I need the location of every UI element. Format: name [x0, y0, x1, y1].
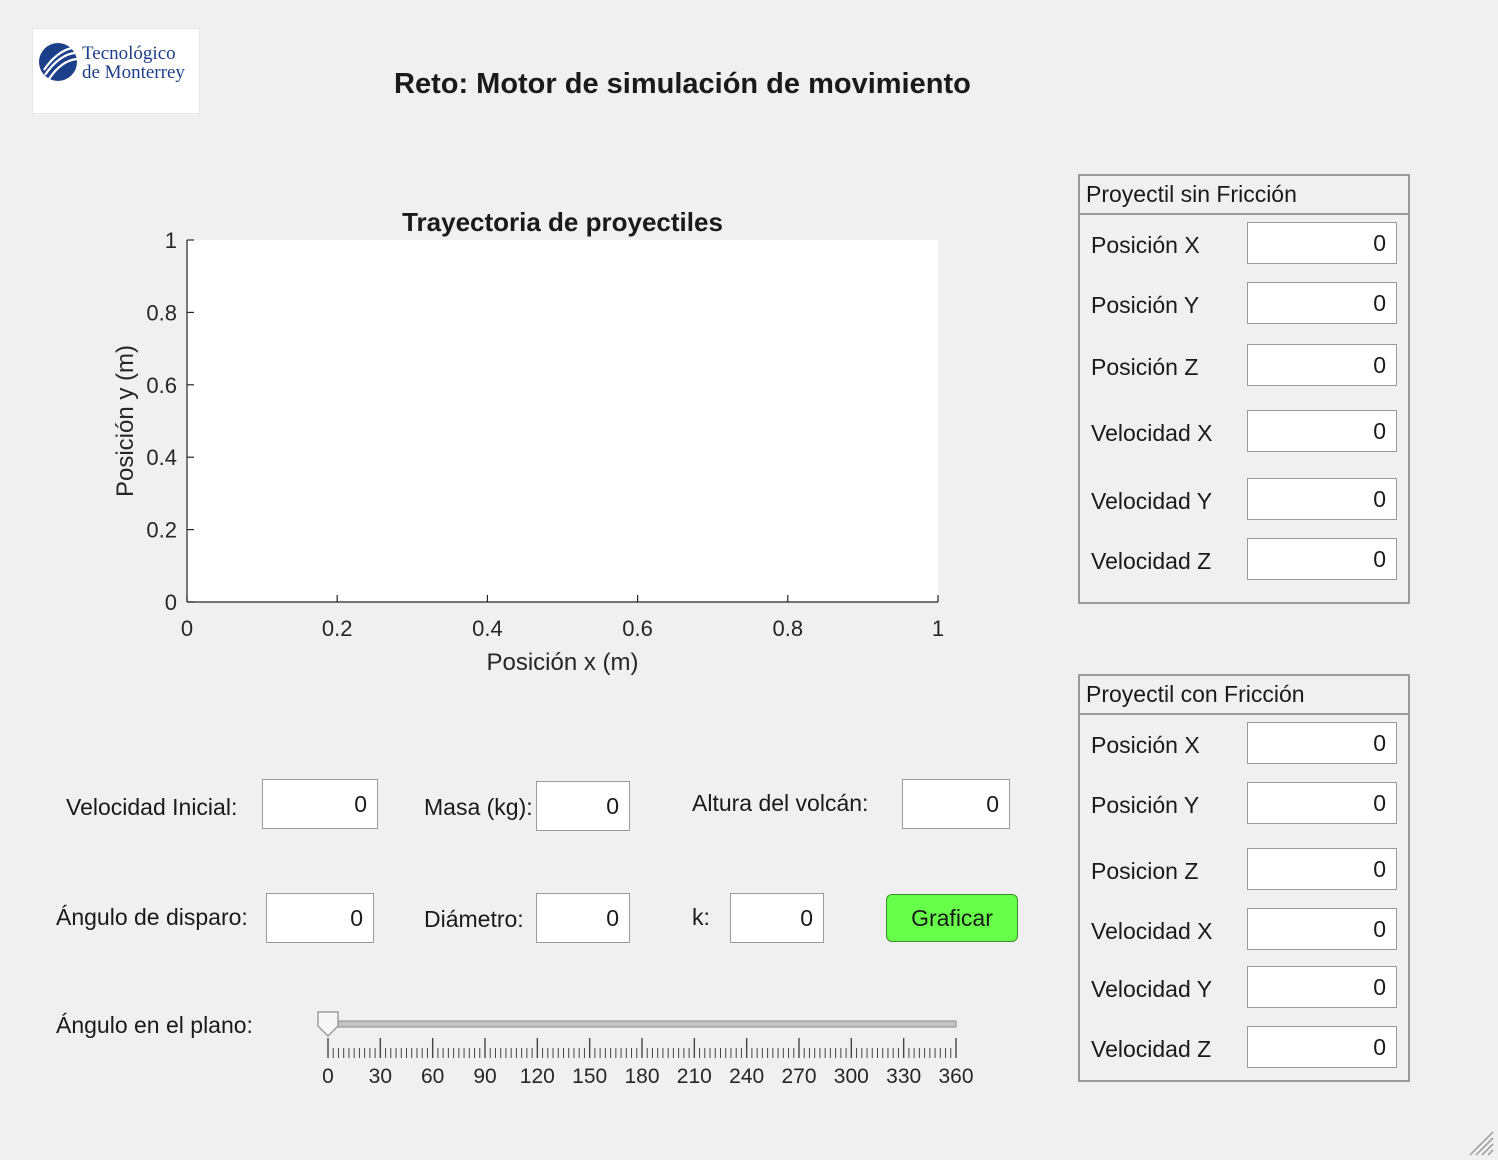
trajectory-chart: 0 0.2 0.4 0.6 0.8 1 0 0.2 0.4 0.6 0.8 1 Trayectoria …	[112, 207, 944, 676]
slider-tick-label: 180	[624, 1065, 659, 1088]
panel-con-friccion-title: Proyectil con Fricción	[1086, 681, 1305, 707]
angulo-plano-slider[interactable]: 0 30 60 90 120 150 180 210 240 270 300 330 360	[316, 1004, 986, 1094]
velocidad-inicial-input[interactable]	[262, 779, 378, 829]
panel-sin-friccion-title: Proyectil sin Fricción	[1086, 181, 1297, 207]
con-friccion-velocidad-y-input[interactable]	[1247, 966, 1397, 1008]
k-input[interactable]	[730, 893, 824, 943]
con-friccion-posicion-z-input[interactable]	[1247, 848, 1397, 890]
angulo-disparo-input[interactable]	[266, 893, 374, 943]
sin-friccion-posicion-z-input[interactable]	[1247, 344, 1397, 386]
slider-tick-label: 150	[572, 1065, 607, 1088]
diametro-label: Diámetro:	[424, 906, 524, 932]
con-friccion-velocidad-x-input[interactable]	[1247, 908, 1397, 950]
panel-con-friccion-header: Proyectil con Fricción	[1080, 676, 1408, 715]
panel-sin-friccion: Proyectil sin Fricción Posición X Posició…	[1078, 174, 1410, 604]
con-friccion-posicion-x-input[interactable]	[1247, 722, 1397, 764]
masa-input[interactable]	[536, 781, 630, 831]
con-friccion-velocidad-z-input[interactable]	[1247, 1026, 1397, 1068]
masa-label: Masa (kg):	[424, 794, 533, 820]
con-friccion-posicion-y-label: Posición Y	[1091, 792, 1200, 818]
con-friccion-posicion-z-label: Posicion Z	[1091, 858, 1199, 884]
y-tick-label: 0	[165, 590, 177, 615]
sin-friccion-posicion-z-label: Posición Z	[1091, 354, 1199, 380]
panel-sin-friccion-header: Proyectil sin Fricción	[1080, 176, 1408, 215]
slider-tick-label: 330	[886, 1065, 921, 1088]
sin-friccion-velocidad-x-label: Velocidad X	[1091, 420, 1213, 446]
altura-volcan-input[interactable]	[902, 779, 1010, 829]
x-tick-label: 0.6	[622, 616, 653, 641]
angulo-plano-label: Ángulo en el plano:	[56, 1012, 253, 1038]
y-axis-label: Posición y (m)	[112, 345, 139, 497]
slider-tick-label: 90	[473, 1065, 496, 1088]
slider-tick-label: 240	[729, 1065, 764, 1088]
sin-friccion-velocidad-y-label: Velocidad Y	[1091, 488, 1213, 514]
tec-logo: Tecnológico de Monterrey	[32, 28, 200, 114]
x-tick-label: 0.2	[322, 616, 353, 641]
diametro-input[interactable]	[536, 893, 630, 943]
app-title: Reto: Motor de simulación de movimiento	[394, 68, 971, 100]
x-axis-label: Posición x (m)	[486, 649, 638, 676]
plot-area	[187, 240, 938, 602]
sin-friccion-posicion-x-label: Posición X	[1091, 232, 1200, 258]
logo-line-2: de Monterrey	[82, 62, 185, 83]
tec-monterrey-logo-icon	[39, 43, 78, 81]
slider-tick-label: 120	[520, 1065, 555, 1088]
con-friccion-velocidad-x-label: Velocidad X	[1091, 918, 1213, 944]
sin-friccion-posicion-y-label: Posición Y	[1091, 292, 1200, 318]
slider-tick-label: 300	[834, 1065, 869, 1088]
y-tick-label: 0.6	[146, 373, 177, 398]
slider-tick-label: 0	[322, 1065, 334, 1088]
con-friccion-velocidad-y-label: Velocidad Y	[1091, 976, 1213, 1002]
con-friccion-velocidad-z-label: Velocidad Z	[1091, 1036, 1212, 1062]
altura-volcan-label: Altura del volcán:	[692, 790, 869, 816]
x-tick-label: 0.8	[773, 616, 804, 641]
resize-grip-icon[interactable]	[1466, 1128, 1494, 1156]
x-tick-label: 1	[932, 616, 944, 641]
sin-friccion-velocidad-z-input[interactable]	[1247, 538, 1397, 580]
graficar-button[interactable]: Graficar	[886, 894, 1018, 942]
con-friccion-posicion-y-input[interactable]	[1247, 782, 1397, 824]
logo-line-1: Tecnológico	[82, 43, 176, 64]
x-tick-label: 0.4	[472, 616, 503, 641]
y-tick-label: 0.4	[146, 445, 177, 470]
angulo-disparo-label: Ángulo de disparo:	[56, 904, 248, 930]
chart-title: Trayectoria de proyectiles	[402, 207, 723, 237]
slider-tick-label: 360	[938, 1065, 973, 1088]
y-tick-label: 0.8	[146, 300, 177, 325]
panel-con-friccion: Proyectil con Fricción Posición X Posició…	[1078, 674, 1410, 1082]
slider-tick-label: 60	[421, 1065, 444, 1088]
slider-tick-label: 210	[677, 1065, 712, 1088]
slider-thumb[interactable]	[317, 1011, 339, 1037]
con-friccion-posicion-x-label: Posición X	[1091, 732, 1200, 758]
sin-friccion-velocidad-z-label: Velocidad Z	[1091, 548, 1212, 574]
sin-friccion-posicion-x-input[interactable]	[1247, 222, 1397, 264]
slider-tick-label: 270	[781, 1065, 816, 1088]
velocidad-inicial-label: Velocidad Inicial:	[66, 794, 238, 820]
x-tick-label: 0	[181, 616, 193, 641]
slider-tick-label: 30	[369, 1065, 392, 1088]
k-label: k:	[692, 904, 710, 930]
y-tick-label: 0.2	[146, 518, 177, 543]
y-tick-label: 1	[165, 228, 177, 253]
sin-friccion-velocidad-x-input[interactable]	[1247, 410, 1397, 452]
slider-track[interactable]	[327, 1020, 957, 1028]
sin-friccion-posicion-y-input[interactable]	[1247, 282, 1397, 324]
sin-friccion-velocidad-y-input[interactable]	[1247, 478, 1397, 520]
